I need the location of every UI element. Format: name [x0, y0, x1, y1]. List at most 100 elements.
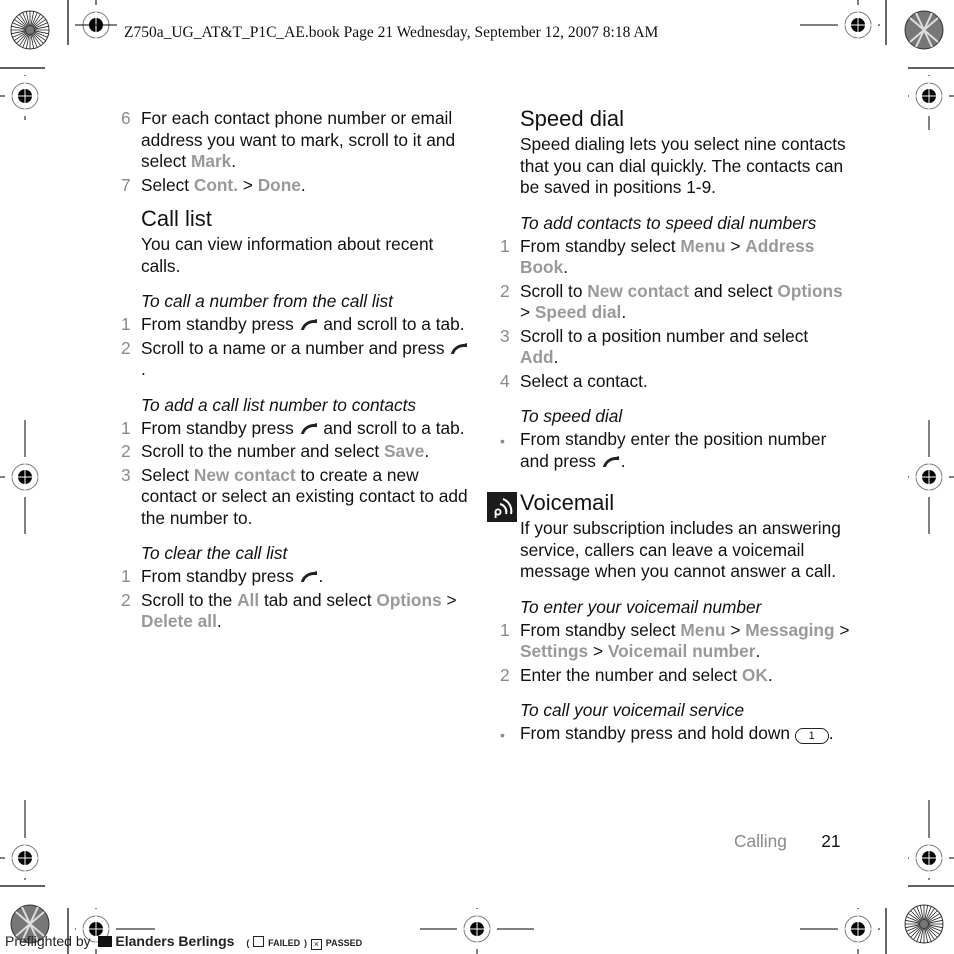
step-text: Scroll to	[520, 280, 588, 301]
registration-mark-bottom-center	[420, 908, 534, 954]
step-text: .	[318, 566, 324, 586]
procedure-title: To clear the call list	[141, 543, 288, 563]
menu-item-reference: Speed dial	[534, 302, 622, 322]
instruction-step: 2 Enter the number and select OK.	[500, 665, 850, 687]
instruction-step: 3 Scroll to a position number and select …	[500, 326, 850, 369]
step-number: 3	[121, 464, 131, 485]
menu-item-reference: Cont.	[193, 174, 238, 195]
call-key-icon	[299, 419, 319, 434]
registration-mark-right-lower	[908, 800, 954, 880]
left-column: 6 For each contact phone number or email …	[121, 106, 471, 633]
passed-label: PASSED	[325, 938, 363, 948]
step-text: .	[300, 174, 306, 195]
step-text: Scroll to the	[141, 589, 238, 610]
menu-item-reference: All	[237, 589, 260, 610]
instruction-step: 2 Scroll to New contact and select Option…	[500, 281, 850, 324]
step-text: From standby select	[520, 235, 681, 256]
instruction-step: 2 Scroll to a name or a number and press …	[121, 338, 471, 381]
instruction-step: 6 For each contact phone number or email …	[121, 108, 471, 173]
menu-item-reference: Menu	[680, 235, 726, 256]
procedure-title: To call your voicemail service	[520, 700, 745, 720]
step-text: and select	[689, 280, 778, 301]
preflight-brand: Elanders Berlings	[115, 933, 235, 949]
step-text: and scroll to a tab.	[318, 314, 465, 334]
step-text: From standby press	[141, 417, 299, 438]
step-number: 2	[500, 280, 510, 301]
menu-item-reference: Voicemail number	[607, 641, 756, 661]
moire-target-top-right	[904, 10, 944, 50]
instruction-step: 7 Select Cont. > Done.	[121, 175, 471, 197]
print-header: Z750a_UG_AT&T_P1C_AE.book Page 21 Wednes…	[124, 24, 659, 41]
instruction-step: 2 Scroll to the All tab and select Option…	[121, 590, 471, 633]
speed-dial-procedures: To add contacts to speed dial numbers 1 Fr…	[500, 213, 850, 473]
page-number: 21	[821, 831, 841, 851]
menu-item-reference: New contact	[193, 464, 296, 485]
step-text: .	[141, 359, 146, 379]
bullet-icon: •	[500, 433, 505, 449]
page-footer: Calling 21	[734, 831, 841, 852]
registration-mark-left-middle	[0, 420, 46, 534]
menu-item-reference: New contact	[587, 280, 690, 301]
step-text: Scroll to a position number and select	[520, 325, 809, 346]
call-key-icon	[299, 315, 319, 330]
step-text: >	[238, 174, 258, 195]
step-text: From standby press	[141, 314, 299, 334]
menu-item-reference: OK	[741, 664, 768, 685]
instruction-step: 1 From standby press .	[121, 566, 471, 588]
step-text: .	[563, 257, 569, 277]
call-key-icon	[449, 339, 469, 354]
step-number: 1	[500, 619, 510, 640]
step-text: .	[424, 441, 430, 461]
step-text: >	[441, 589, 457, 610]
right-column: Speed dial Speed dialing lets you select…	[487, 106, 850, 745]
step-number: 1	[500, 235, 510, 256]
procedure-title: To speed dial	[520, 406, 623, 426]
instruction-step: 1 From standby press and scroll to a tab.	[121, 418, 471, 440]
step-text: .	[216, 611, 222, 631]
continued-steps: 6 For each contact phone number or email …	[121, 108, 471, 196]
section-intro-speed-dial: Speed dialing lets you select nine conta…	[520, 134, 846, 197]
procedure-title: To enter your voicemail number	[520, 596, 762, 617]
menu-item-reference: Menu	[680, 619, 726, 640]
preflight-prefix: Preflighted by	[5, 933, 91, 949]
step-text: tab and select	[259, 589, 377, 610]
keypad-key-icon: 1	[794, 728, 829, 744]
registration-mark-top-right	[800, 0, 880, 46]
failed-label: FAILED	[268, 938, 301, 948]
step-text: .	[755, 641, 761, 661]
step-text: Select	[141, 464, 194, 485]
voicemail-procedures: To enter your voicemail number 1 From stan…	[500, 597, 850, 745]
instruction-step: 2 Scroll to the number and select Save.	[121, 441, 471, 463]
step-number: 1	[121, 417, 131, 438]
step-text: >	[834, 619, 850, 640]
step-number: 4	[500, 370, 510, 391]
menu-item-reference: Mark	[190, 151, 232, 171]
step-text: .	[767, 664, 773, 685]
instruction-step: 1 From standby select Menu > Messaging > …	[500, 620, 850, 663]
registration-mark-bottom-right	[800, 908, 880, 954]
registration-mark-right-middle	[908, 420, 954, 534]
step-text: For each contact phone number or email a…	[141, 108, 456, 171]
step-number: 1	[121, 566, 131, 586]
instruction-step: 1 From standby select Menu > Address Book…	[500, 236, 850, 279]
procedure-title: To add a call list number to contacts	[141, 394, 417, 415]
menu-item-reference: Add	[520, 347, 554, 367]
preflight-stamp: Preflighted by Elanders Berlings ( FAILE…	[5, 933, 363, 950]
step-number: 3	[500, 325, 510, 346]
step-text: .	[553, 347, 559, 367]
passed-checkbox: ×	[310, 939, 322, 950]
step-text: >	[520, 302, 535, 322]
menu-item-reference: Delete all	[141, 611, 217, 631]
step-text: From standby press and hold down	[520, 723, 795, 743]
step-number: 2	[121, 589, 131, 610]
instruction-step: 4 Select a contact.	[500, 371, 850, 393]
step-text: Enter the number and select	[520, 664, 742, 685]
step-number: 2	[121, 441, 131, 461]
bullet-icon: •	[500, 727, 505, 743]
call-key-icon	[601, 452, 621, 467]
step-number: 1	[121, 314, 131, 334]
step-text: >	[588, 641, 608, 661]
registration-mark-right-upper	[908, 75, 954, 130]
step-text: From standby enter the position number a…	[520, 429, 827, 471]
menu-item-reference: Messaging	[745, 619, 835, 640]
